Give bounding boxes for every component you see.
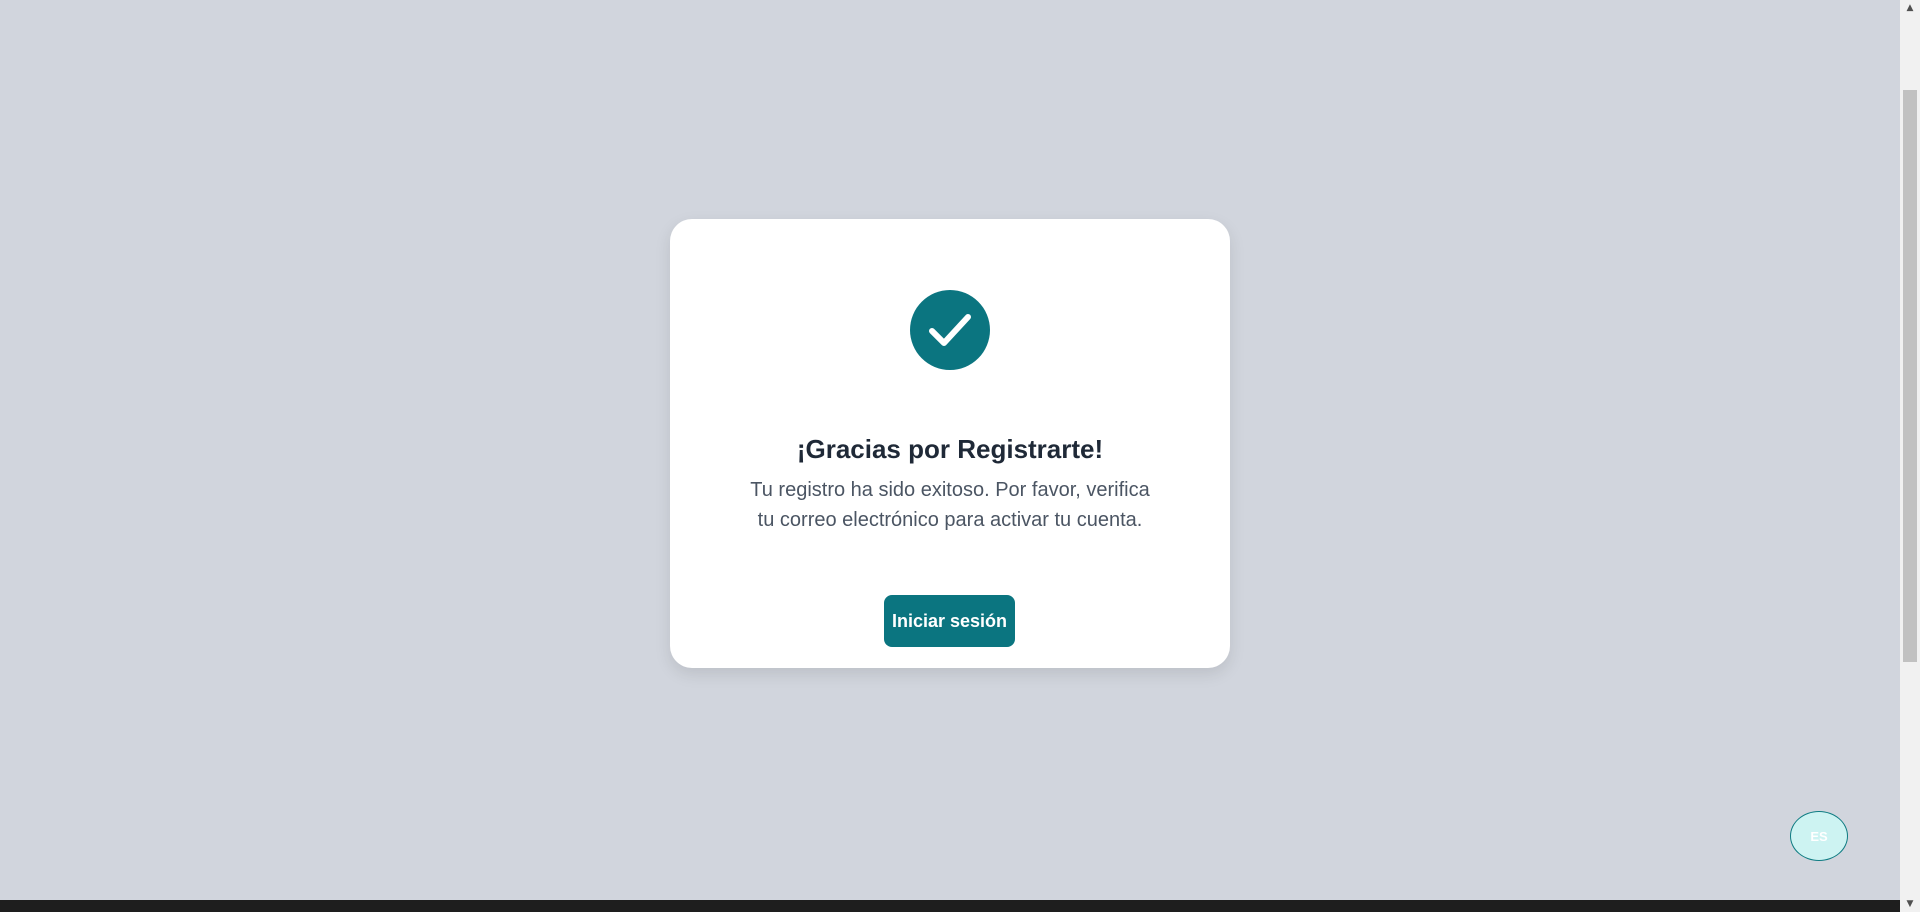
confirmation-title: ¡Gracias por Registrarte! (796, 434, 1104, 464)
triangle-down-icon[interactable]: ▼ (1900, 896, 1920, 912)
page-background: ¡Gracias por Registrarte! Tu registro ha… (0, 0, 1900, 900)
language-code: ES (1810, 828, 1828, 844)
confirmation-message-line-2: tu correo electrónico para activar tu cu… (757, 509, 1143, 531)
footer-bar (0, 900, 1900, 912)
check-circle-icon (910, 290, 990, 370)
language-switcher-button[interactable]: ES (1790, 811, 1848, 861)
confirmation-message: Tu registro ha sido exitoso. Por favor, … (730, 475, 1170, 535)
confirmation-card: ¡Gracias por Registrarte! Tu registro ha… (670, 219, 1230, 668)
confirmation-message-line-1: Tu registro ha sido exitoso. Por favor, … (750, 479, 1150, 501)
vertical-scrollbar[interactable]: ▲ ▼ (1900, 0, 1920, 912)
checkmark-icon (929, 314, 971, 346)
scrollbar-thumb[interactable] (1903, 90, 1917, 662)
triangle-up-icon[interactable]: ▲ (1900, 0, 1920, 16)
login-button[interactable]: Iniciar sesión (884, 595, 1015, 647)
